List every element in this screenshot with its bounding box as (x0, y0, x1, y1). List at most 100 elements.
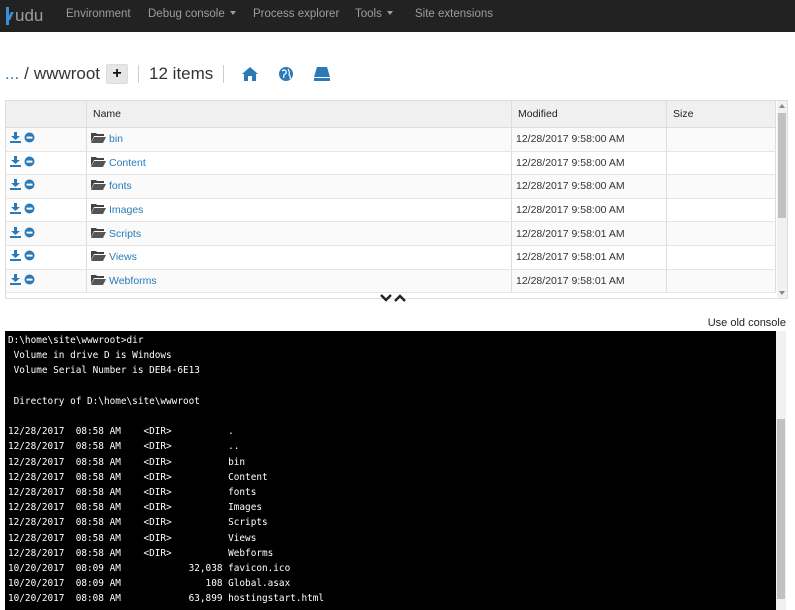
modified-cell: 12/28/2017 9:58:00 AM (511, 151, 667, 176)
name-cell: bin (86, 127, 512, 152)
row-actions (6, 151, 87, 176)
name-column-header[interactable]: Name (86, 101, 512, 128)
scroll-down-icon[interactable] (779, 291, 785, 295)
table-row[interactable]: bin 12/28/2017 9:58:00 AM (6, 127, 776, 152)
delete-icon[interactable] (24, 156, 35, 170)
drive-icon[interactable] (312, 64, 332, 84)
kudu-logo[interactable]: udu (6, 4, 43, 28)
download-icon[interactable] (10, 179, 21, 193)
console-line: 12/28/2017 08:58 AM <DIR> Webforms (8, 547, 274, 559)
home-icon[interactable] (240, 64, 260, 84)
size-cell (666, 221, 776, 246)
download-icon[interactable] (10, 273, 21, 288)
panel-resize-controls (380, 293, 406, 303)
folder-link[interactable]: Scripts (109, 228, 141, 240)
size-cell (666, 127, 776, 152)
delete-icon[interactable] (24, 250, 35, 264)
name-cell: Images (86, 198, 512, 223)
globe-icon[interactable] (276, 64, 296, 84)
console-line: 10/20/2017 08:09 AM 32,038 favicon.ico (8, 563, 291, 575)
folder-icon (91, 132, 106, 146)
toolbar-divider (138, 65, 140, 83)
delete-icon[interactable] (24, 203, 35, 217)
nav-debug-console-label: Debug console (148, 8, 225, 20)
path-toolbar: ... / wwwroot + 12 items (5, 60, 332, 88)
delete-icon[interactable] (24, 132, 35, 146)
debug-console[interactable]: D:\home\site\wwwroot>dir Volume in drive… (5, 331, 786, 610)
download-icon[interactable] (10, 132, 21, 146)
table-row[interactable]: Scripts 12/28/2017 9:58:01 AM (6, 221, 776, 246)
size-column-header[interactable]: Size (666, 101, 776, 128)
modified-cell: 12/28/2017 9:58:00 AM (511, 198, 667, 223)
file-table-scrollbar[interactable] (777, 101, 787, 298)
size-cell (666, 245, 776, 270)
folder-icon (91, 179, 106, 193)
delete-icon[interactable] (24, 227, 35, 241)
folder-link[interactable]: fonts (109, 180, 132, 192)
download-icon[interactable] (10, 155, 21, 170)
console-line: 12/28/2017 08:58 AM <DIR> Content (8, 471, 268, 483)
modified-cell: 12/28/2017 9:58:01 AM (511, 221, 667, 246)
download-icon[interactable] (10, 203, 21, 217)
download-icon[interactable] (10, 250, 21, 264)
chevron-up-icon[interactable] (394, 293, 406, 303)
table-row[interactable]: Content 12/28/2017 9:58:00 AM (6, 151, 776, 176)
row-actions (6, 198, 87, 223)
console-line: 10/20/2017 08:09 AM 108 Global.asax (8, 578, 291, 590)
breadcrumb-parent-link[interactable]: ... (5, 64, 19, 84)
folder-link[interactable]: Content (109, 157, 146, 169)
folder-link[interactable]: Views (109, 251, 137, 263)
nav-process-explorer[interactable]: Process explorer (253, 0, 339, 32)
table-row[interactable]: Webforms 12/28/2017 9:58:01 AM (6, 269, 776, 294)
table-header-row: Name Modified Size (6, 101, 776, 128)
caret-down-icon (386, 11, 393, 15)
scroll-up-icon[interactable] (779, 104, 785, 108)
table-row[interactable]: fonts 12/28/2017 9:58:00 AM (6, 174, 776, 199)
table-row[interactable]: Images 12/28/2017 9:58:00 AM (6, 198, 776, 223)
nav-site-extensions[interactable]: Site extensions (415, 0, 493, 32)
folder-link[interactable]: Images (109, 204, 143, 216)
size-cell (666, 269, 776, 294)
console-scrollbar[interactable] (776, 331, 786, 610)
size-cell (666, 198, 776, 223)
name-cell: Content (86, 151, 512, 176)
nav-environment[interactable]: Environment (66, 0, 131, 32)
folder-icon (91, 274, 106, 288)
modified-cell: 12/28/2017 9:58:00 AM (511, 174, 667, 199)
nav-site-extensions-label: Site extensions (415, 8, 493, 20)
name-cell: fonts (86, 174, 512, 199)
download-icon[interactable] (10, 226, 21, 241)
folder-link[interactable]: Webforms (109, 275, 157, 287)
modified-column-header[interactable]: Modified (511, 101, 667, 128)
modified-cell: 12/28/2017 9:58:00 AM (511, 127, 667, 152)
breadcrumb-current-folder: wwwroot (33, 64, 101, 83)
console-line: 12/28/2017 08:58 AM <DIR> .. (8, 441, 240, 453)
file-browser: Name Modified Size bin 12/28/2017 9:58:00… (5, 100, 788, 299)
nav-debug-console[interactable]: Debug console (148, 0, 236, 32)
scrollbar-thumb[interactable] (777, 419, 785, 599)
row-actions (6, 269, 87, 294)
scrollbar-thumb[interactable] (778, 113, 786, 218)
file-table: Name Modified Size bin 12/28/2017 9:58:00… (6, 101, 776, 294)
add-item-button[interactable]: + (106, 64, 129, 84)
delete-icon[interactable] (24, 274, 35, 288)
folder-icon (91, 156, 106, 170)
breadcrumb-separator: / (24, 64, 29, 83)
use-old-console-link[interactable]: Use old console (708, 317, 786, 329)
size-cell (666, 174, 776, 199)
brand-label: udu (15, 6, 44, 25)
modified-cell: 12/28/2017 9:58:01 AM (511, 245, 667, 270)
delete-icon[interactable] (24, 179, 35, 193)
toolbar-divider (223, 65, 225, 83)
folder-link[interactable]: bin (109, 133, 123, 145)
nav-tools-label: Tools (355, 8, 382, 20)
console-line: Volume Serial Number is DEB4-6E13 (8, 365, 200, 377)
item-count: 12 items (149, 64, 214, 83)
chevron-down-icon[interactable] (380, 293, 392, 303)
actions-header (6, 101, 87, 128)
table-row[interactable]: Views 12/28/2017 9:58:01 AM (6, 245, 776, 270)
nav-tools[interactable]: Tools (355, 0, 393, 32)
size-cell (666, 151, 776, 176)
name-cell: Views (86, 245, 512, 270)
